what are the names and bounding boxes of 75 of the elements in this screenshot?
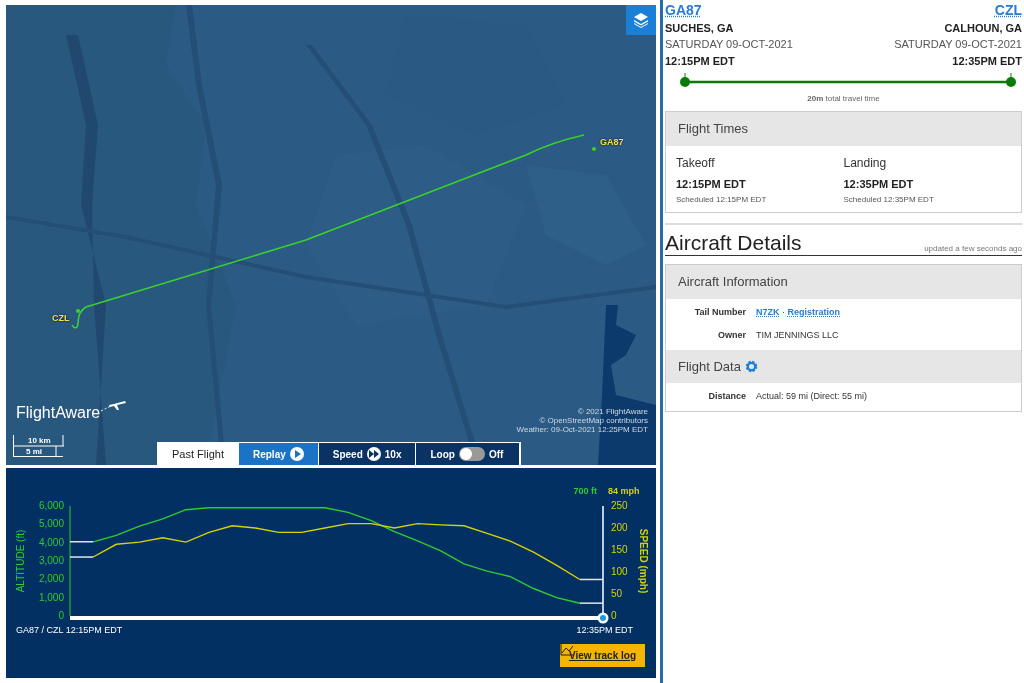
airport-link[interactable]: GA87 (665, 2, 702, 18)
attribution-text: © OpenStreetMap contributors (538, 416, 648, 425)
link[interactable]: Registration (787, 306, 841, 317)
attribution-text: © 2021 FlightAware (576, 407, 648, 416)
layers-icon (633, 12, 649, 28)
event-label: Takeoff (676, 154, 716, 172)
field-value: TIM JENNINGS LLC (756, 329, 839, 342)
city-name: SUCHES, GA (665, 20, 735, 36)
field-label: Owner (717, 329, 746, 342)
time-label: GA87 / CZL 12:15PM EDT (16, 625, 123, 635)
scale-bar (13, 435, 63, 457)
time-text: 12:15PM EDT (665, 53, 736, 69)
airport-dot (592, 147, 596, 151)
field-label: Tail Number (693, 305, 746, 319)
axis-title: SPEED (mph) (638, 528, 649, 594)
tick-label: 1,000 (38, 591, 64, 603)
date-text: SATURDAY 09-OCT-2021 (665, 37, 793, 52)
section-header: Flight Times (666, 112, 1021, 146)
speed-readout: 84 mph (608, 486, 640, 496)
replay-button[interactable]: Replay (238, 443, 319, 465)
slider-thumb[interactable] (597, 612, 609, 624)
tick-label: 250 (611, 500, 628, 511)
airport-dot (76, 309, 80, 313)
travel-time: 20m total travel time (806, 93, 881, 105)
field-value: Actual: 59 mi (Direct: 55 mi) (756, 390, 868, 403)
section-title: Aircraft Details (665, 231, 802, 255)
scheduled-time: Scheduled 12:15PM EDT (676, 194, 768, 206)
start-level-line (69, 556, 94, 558)
speed-button[interactable]: Speed 10x (318, 443, 417, 465)
tick-label: 6,000 (38, 500, 64, 511)
airport-link[interactable]: CZL (994, 2, 1022, 18)
event-label: Landing (843, 154, 888, 172)
scale-label: 10 km (28, 435, 51, 447)
date-text: SATURDAY 09-OCT-2021 (894, 37, 1022, 52)
link[interactable]: N7ZK (756, 306, 780, 317)
timeline-track[interactable] (70, 612, 609, 624)
past-flight-tab[interactable]: Past Flight (158, 443, 239, 465)
section-header: Flight Data (678, 357, 741, 376)
scale-label: 5 mi (26, 446, 42, 458)
track-log-button[interactable]: View track log (559, 644, 645, 667)
section-header: Aircraft Information (678, 273, 788, 291)
axis-title: ALTITUDE (ft) (15, 529, 26, 593)
layers-button[interactable] (626, 5, 656, 35)
play-icon (289, 447, 304, 461)
tick-label: 100 (611, 566, 628, 577)
start-level-line (69, 541, 94, 543)
altitude-readout: 700 ft (573, 486, 597, 496)
updated-text: updated a few seconds ago (924, 243, 1022, 255)
tick-label: 200 (611, 522, 628, 533)
loop-label: Loop (430, 447, 455, 462)
airport-label: CZL (52, 312, 70, 325)
airport-label: GA87 (600, 136, 624, 149)
end-level-line (579, 602, 604, 604)
scheduled-time: Scheduled 12:35PM EDT (843, 194, 935, 206)
time-text: 12:35PM EDT (951, 53, 1022, 69)
city-name: CALHOUN, GA (943, 20, 1022, 36)
tick-label: 150 (611, 544, 628, 555)
event-time: 12:35PM EDT (843, 176, 915, 192)
loop-toggle[interactable] (458, 447, 485, 461)
event-time: 12:15PM EDT (676, 176, 747, 192)
end-level-line (579, 578, 604, 581)
tick-label: 50 (611, 588, 623, 599)
time-label: 12:35PM EDT (576, 625, 633, 635)
separator: · (781, 306, 786, 317)
tick-label: 2,000 (38, 573, 64, 585)
loop-state: Off (488, 447, 504, 462)
tick-label: 0 (611, 610, 617, 621)
tick-label: 5,000 (38, 518, 64, 530)
tick-label: 3,000 (38, 555, 64, 566)
logo-text: FlightAware (16, 403, 101, 423)
attribution-text: Weather: 09-Oct-2021 12:25PM EDT (516, 425, 648, 434)
field-label: Distance (707, 390, 746, 403)
tick-label: 0 (58, 610, 64, 621)
fast-forward-icon (366, 447, 381, 461)
tick-label: 4,000 (38, 536, 64, 548)
